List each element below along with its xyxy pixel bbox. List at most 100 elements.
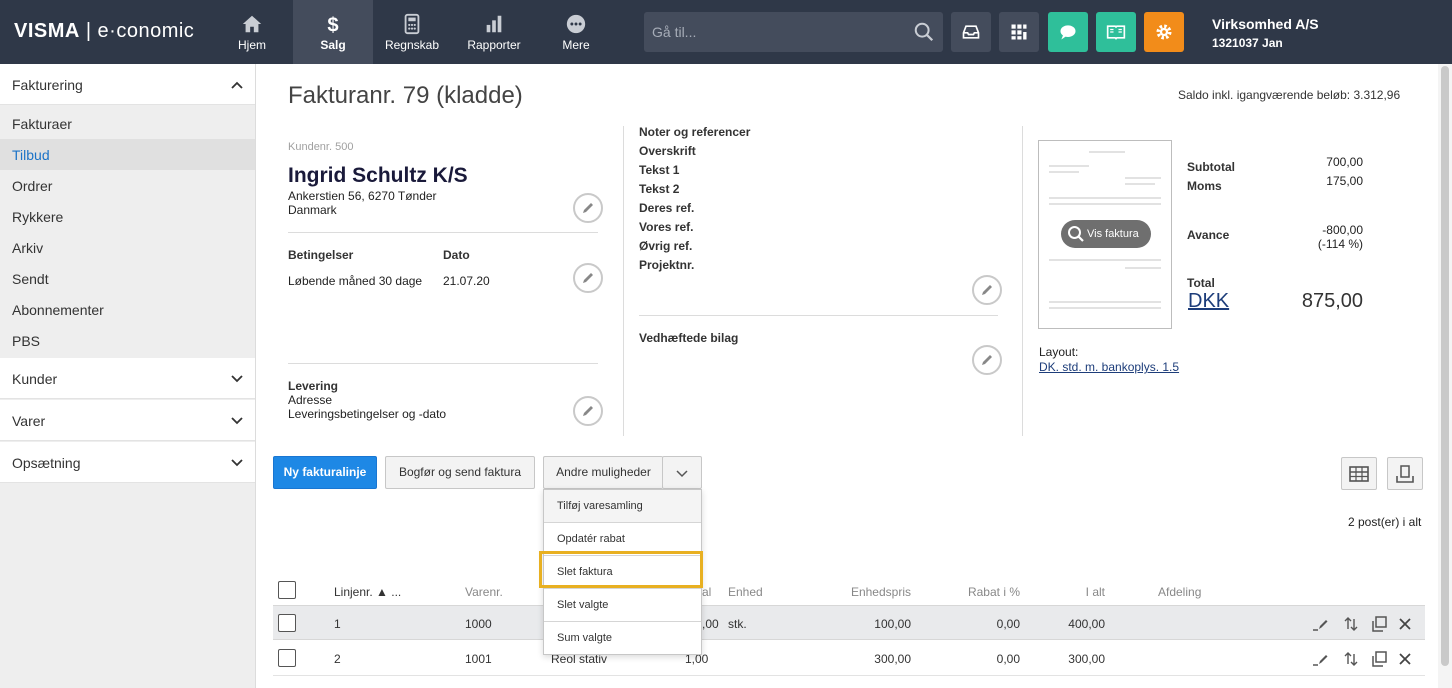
menu-add-item-collection[interactable]: Tilføj varesamling: [544, 490, 701, 523]
delete-row-icon[interactable]: [1396, 650, 1414, 668]
preview-line: [1049, 197, 1161, 199]
vertical-scrollbar[interactable]: [1438, 64, 1452, 688]
sidebar-section-varer[interactable]: Varer: [0, 400, 255, 441]
nav-regnskab-label: Regnskab: [384, 38, 440, 52]
cell-enhed: stk.: [728, 617, 747, 631]
col-rabat[interactable]: Rabat i %: [940, 585, 1020, 599]
magnifier-icon: [1068, 226, 1084, 242]
table-row[interactable]: 1 1000 ,00 stk. 100,00 0,00 400,00: [273, 605, 1425, 640]
menu-update-discount[interactable]: Opdatér rabat: [544, 523, 701, 556]
nav-rapporter[interactable]: Rapporter: [463, 0, 525, 64]
settings-button[interactable]: [1144, 12, 1184, 52]
sidebar-section-label: Opsætning: [12, 455, 81, 471]
select-all-checkbox[interactable]: [278, 581, 296, 599]
invoice-preview-thumbnail[interactable]: Vis faktura: [1038, 140, 1172, 329]
sidebar-item-pbs[interactable]: PBS: [0, 325, 255, 356]
sidebar-item-fakturaer[interactable]: Fakturaer: [0, 108, 255, 139]
sidebar-item-sendt[interactable]: Sendt: [0, 263, 255, 294]
inbox-icon: [962, 25, 980, 39]
col-ialt[interactable]: I alt: [1035, 585, 1105, 599]
date-value: 21.07.20: [443, 274, 490, 288]
edit-row-icon[interactable]: [1311, 615, 1329, 633]
search-icon[interactable]: [913, 21, 935, 43]
chat-button[interactable]: [1048, 12, 1088, 52]
move-row-icon[interactable]: [1342, 615, 1360, 633]
guide-button[interactable]: [1096, 12, 1136, 52]
sidebar-item-label: Rykkere: [12, 209, 64, 225]
sidebar-item-arkiv[interactable]: Arkiv: [0, 232, 255, 263]
customer-number: Kundenr. 500: [288, 141, 354, 153]
bar-chart-icon: [486, 15, 502, 33]
sidebar-item-label: Sendt: [12, 271, 49, 287]
row-checkbox[interactable]: [278, 614, 296, 632]
other-options-button[interactable]: Andre muligheder: [543, 456, 663, 489]
total-label: Total: [1187, 276, 1215, 290]
sidebar-section-kunder[interactable]: Kunder: [0, 358, 255, 399]
col-varenr[interactable]: Varenr.: [465, 585, 503, 599]
col-antal[interactable]: al: [702, 585, 711, 599]
sidebar-section-label: Varer: [12, 413, 46, 429]
terms-value: Løbende måned 30 dage: [288, 274, 423, 288]
apps-button[interactable]: [999, 12, 1039, 52]
delete-row-icon[interactable]: [1396, 615, 1414, 633]
move-row-icon[interactable]: [1342, 650, 1360, 668]
col-afdeling[interactable]: Afdeling: [1158, 585, 1201, 599]
new-invoice-line-button[interactable]: Ny fakturalinje: [273, 456, 377, 489]
layout-link[interactable]: DK. std. m. bankoplys. 1.5: [1039, 360, 1179, 374]
columns-button[interactable]: [1341, 457, 1377, 490]
notes-tekst-1: Tekst 1: [639, 163, 680, 177]
edit-attachments-button[interactable]: [972, 345, 1002, 375]
sidebar-item-tilbud[interactable]: Tilbud: [0, 139, 255, 170]
inbox-button[interactable]: [951, 12, 991, 52]
nav-mere[interactable]: Mere: [553, 0, 599, 64]
search-input[interactable]: [644, 12, 904, 52]
edit-delivery-button[interactable]: [573, 396, 603, 426]
book-and-send-button[interactable]: Bogfør og send faktura: [385, 456, 535, 489]
edit-row-icon[interactable]: [1311, 650, 1329, 668]
visma-economic-logo[interactable]: VISMA | e·conomic: [14, 20, 194, 43]
cell-rabat: 0,00: [996, 617, 1020, 631]
copy-row-icon[interactable]: [1370, 650, 1388, 668]
edit-customer-button[interactable]: [573, 193, 603, 223]
col-enhed[interactable]: Enhed: [728, 585, 763, 599]
sidebar-item-abonnementer[interactable]: Abonnementer: [0, 294, 255, 325]
chevron-up-icon: [231, 81, 243, 89]
avance-percent: (-114 %): [1317, 237, 1363, 251]
layout-label: Layout:: [1039, 345, 1079, 359]
export-button[interactable]: [1387, 457, 1423, 490]
view-invoice-button[interactable]: Vis faktura: [1061, 220, 1151, 248]
company-info[interactable]: Virksomhed A/S 1321037 Jan: [1212, 16, 1319, 50]
cell-rabat: 0,00: [996, 652, 1020, 666]
edit-notes-button[interactable]: [972, 275, 1002, 305]
pencil-icon: [583, 203, 593, 213]
preview-line: [1125, 177, 1161, 179]
notes-oevrig-ref: Øvrig ref.: [639, 239, 693, 253]
sidebar-section-fakturering[interactable]: Fakturering: [0, 64, 255, 105]
menu-delete-selected[interactable]: Slet valgte: [544, 589, 701, 622]
nav-salg[interactable]: $ Salg: [293, 0, 373, 64]
table-row[interactable]: 2 1001 Reol stativ 1,00 300,00 0,00 300,…: [273, 641, 1425, 676]
divider: [288, 232, 598, 233]
col-linjenr[interactable]: Linjenr. ▲ ...: [334, 585, 401, 599]
nav-hjem[interactable]: Hjem: [229, 0, 275, 64]
currency-link[interactable]: DKK: [1188, 290, 1229, 313]
nav-salg-label: Salg: [320, 38, 346, 52]
sidebar-item-ordrer[interactable]: Ordrer: [0, 170, 255, 201]
menu-delete-invoice[interactable]: Slet faktura: [544, 556, 701, 589]
moms-value: 175,00: [1326, 174, 1363, 188]
company-name: Virksomhed A/S: [1212, 16, 1319, 32]
copy-row-icon[interactable]: [1370, 615, 1388, 633]
sidebar-item-label: Fakturaer: [12, 116, 72, 132]
edit-terms-button[interactable]: [573, 263, 603, 293]
sidebar-item-rykkere[interactable]: Rykkere: [0, 201, 255, 232]
delivery-label: Levering: [288, 379, 339, 393]
menu-sum-selected[interactable]: Sum valgte: [544, 622, 701, 655]
other-options-toggle[interactable]: [662, 456, 702, 489]
delivery-address: Adresse: [288, 393, 333, 407]
sidebar-section-opsaetning[interactable]: Opsætning: [0, 442, 255, 483]
nav-regnskab[interactable]: Regnskab: [381, 0, 443, 64]
col-enhedspris[interactable]: Enhedspris: [811, 585, 911, 599]
customer-address: Ankerstien 56, 6270 Tønder: [288, 189, 437, 203]
scrollbar-thumb[interactable]: [1441, 66, 1449, 666]
row-checkbox[interactable]: [278, 649, 296, 667]
